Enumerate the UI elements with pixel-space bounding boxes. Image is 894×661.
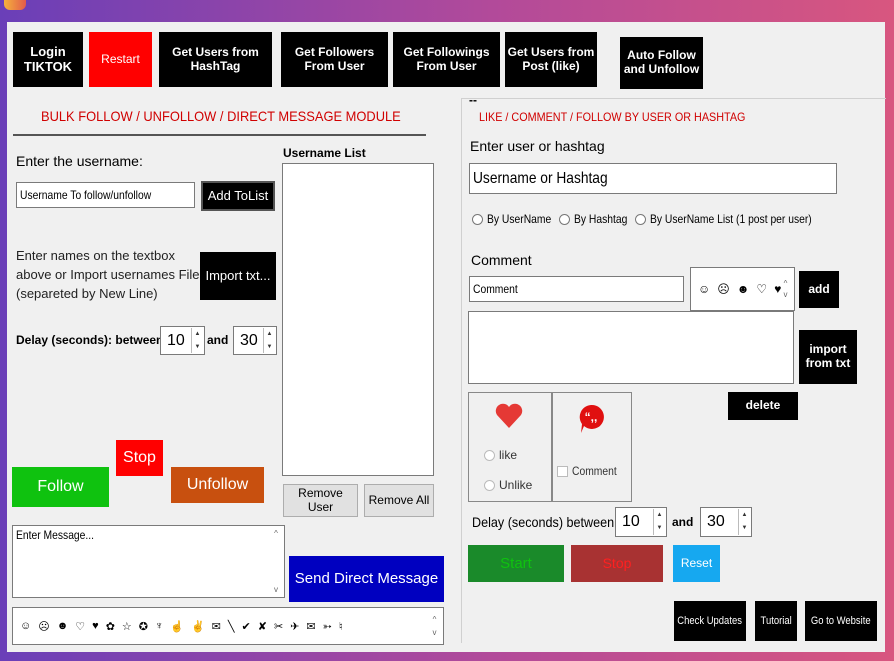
get-users-post-button[interactable]: Get Users from Post (like) <box>505 32 597 87</box>
delay-label: Delay (seconds): between <box>16 333 164 347</box>
delay-to-stepper[interactable]: 30 ▲ ▼ <box>233 326 277 355</box>
envelope-2-emoji-icon[interactable]: ✉ <box>306 620 316 633</box>
circled-star-emoji-icon[interactable]: ✪ <box>139 620 149 633</box>
frown-emoji-icon[interactable]: ☹ <box>38 620 50 633</box>
delay-and-label: and <box>207 333 229 347</box>
enter-user-hashtag-label: Enter user or hashtag <box>470 138 605 154</box>
get-followings-button[interactable]: Get Followings From User <box>393 32 500 87</box>
comment-bubble-icon: “,, <box>579 404 604 433</box>
svg-text:“,,: “,, <box>585 410 598 424</box>
bulk-title-underline <box>13 134 426 136</box>
arrow-emoji-icon[interactable]: ➳ <box>323 620 333 633</box>
smile-emoji-icon[interactable]: ☺ <box>20 620 32 632</box>
restart-button[interactable]: Restart <box>89 32 152 87</box>
down-arrow-icon[interactable]: ▼ <box>192 341 203 354</box>
import-help-text: Enter names on the textbox above or Impo… <box>16 248 200 301</box>
victory-hand-emoji-icon[interactable]: ✌ <box>191 620 206 633</box>
go-to-website-button[interactable]: Go to Website <box>805 601 877 641</box>
comment-list-box[interactable] <box>468 311 794 384</box>
radio-by-username[interactable]: By UserName <box>472 212 562 226</box>
username-list-label: Username List <box>283 146 366 160</box>
up-arrow-icon[interactable]: ▲ <box>264 328 275 341</box>
get-followers-button[interactable]: Get Followers From User <box>281 32 388 87</box>
like-radio[interactable]: like <box>484 448 517 462</box>
comment-label: Comment <box>471 252 532 268</box>
delete-comment-button[interactable]: delete <box>728 392 798 420</box>
star-emoji-icon[interactable]: ☆ <box>122 620 133 633</box>
cross-mark-emoji-icon[interactable]: ✘ <box>258 620 268 633</box>
pointing-up-emoji-icon[interactable]: ☝ <box>170 620 185 633</box>
title-bar <box>0 0 894 18</box>
reset-button[interactable]: Reset <box>673 545 720 582</box>
up-arrow-icon[interactable]: ▲ <box>739 509 750 522</box>
app-icon <box>4 0 26 10</box>
login-tiktok-button[interactable]: Login TIKTOK <box>13 32 83 87</box>
follow-button[interactable]: Follow <box>12 467 109 507</box>
stop-button[interactable]: Stop <box>116 440 163 476</box>
start-button[interactable]: Start <box>468 545 564 582</box>
heart-icon <box>495 403 523 428</box>
like-module-dash: -- <box>469 93 477 107</box>
radio-by-username-list[interactable]: By UserName List (1 post per user) <box>635 212 838 226</box>
remove-all-button[interactable]: Remove All <box>364 484 434 517</box>
down-arrow-icon[interactable]: ▼ <box>264 341 275 354</box>
tutorial-button[interactable]: Tutorial <box>755 601 797 641</box>
scissors-emoji-icon[interactable]: ✂ <box>274 620 284 633</box>
up-arrow-icon[interactable]: ▲ <box>192 328 203 341</box>
bulk-module-title: BULK FOLLOW / UNFOLLOW / DIRECT MESSAGE … <box>41 108 401 124</box>
like-delay-label: Delay (seconds) between: <box>472 514 618 530</box>
emoji-scrollbar[interactable]: ^ v <box>428 609 442 643</box>
down-arrow-icon[interactable]: ▼ <box>654 522 665 535</box>
remove-user-button[interactable]: Remove User <box>283 484 358 517</box>
like-module-title: LIKE / COMMENT / FOLLOW BY USER OR HASHT… <box>479 110 746 124</box>
get-users-hashtag-button[interactable]: Get Users from HashTag <box>159 32 272 87</box>
black-heart-emoji-icon[interactable]: ♥ <box>92 620 100 632</box>
radio-by-hashtag[interactable]: By Hashtag <box>559 212 636 226</box>
up-arrow-icon[interactable]: ▲ <box>654 509 665 522</box>
check-updates-button[interactable]: Check Updates <box>674 601 746 641</box>
flower-emoji-icon[interactable]: ✿ <box>106 620 116 633</box>
frown-emoji-icon[interactable]: ☹ <box>717 282 731 296</box>
white-heart-emoji-icon[interactable]: ♡ <box>75 620 86 633</box>
user-hashtag-input[interactable]: Username or Hashtag <box>469 163 837 194</box>
message-textarea[interactable]: Enter Message... ^ v <box>12 525 285 598</box>
message-emoji-picker[interactable]: ☺ ☹ ☻ ♡ ♥ ✿ ☆ ✪ ♆ ☝ ✌ ✉ ╲ ✔ ✘ ✂ ✈ ✉ ➳ ♮ … <box>12 607 444 645</box>
username-listbox[interactable] <box>282 163 434 476</box>
import-txt-button[interactable]: Import txt... <box>200 252 276 300</box>
import-from-txt-button[interactable]: import from txt <box>799 330 857 384</box>
like-delay-to-stepper[interactable]: 30 ▲ ▼ <box>700 507 752 537</box>
unlike-radio[interactable]: Unlike <box>484 478 532 492</box>
airplane-emoji-icon[interactable]: ✈ <box>290 620 300 633</box>
white-heart-emoji-icon[interactable]: ♡ <box>756 282 768 296</box>
like-delay-from-stepper[interactable]: 10 ▲ ▼ <box>615 507 667 537</box>
black-smile-emoji-icon[interactable]: ☻ <box>57 620 70 632</box>
add-to-list-button[interactable]: Add ToList <box>201 181 275 211</box>
natural-sign-emoji-icon[interactable]: ♮ <box>339 620 344 633</box>
username-input[interactable]: Username To follow/unfollow <box>16 182 195 208</box>
search-mode-radios: By UserName By Hashtag By UserName List … <box>472 212 838 226</box>
black-smile-emoji-icon[interactable]: ☻ <box>737 282 751 296</box>
like-delay-and-label: and <box>672 515 694 529</box>
comment-checkbox[interactable]: Comment <box>557 464 624 478</box>
diagonal-line-emoji-icon[interactable]: ╲ <box>228 620 236 633</box>
check-mark-emoji-icon[interactable]: ✔ <box>242 620 252 633</box>
trident-emoji-icon[interactable]: ♆ <box>155 620 164 632</box>
down-arrow-icon[interactable]: ▼ <box>739 522 750 535</box>
envelope-emoji-icon[interactable]: ✉ <box>212 620 222 633</box>
smile-emoji-icon[interactable]: ☺ <box>698 282 711 296</box>
comment-input[interactable]: Comment <box>469 276 684 302</box>
unfollow-button[interactable]: Unfollow <box>171 467 264 503</box>
delay-from-stepper[interactable]: 10 ▲ ▼ <box>160 326 205 355</box>
message-scrollbar[interactable]: ^ v <box>269 527 283 596</box>
send-direct-message-button[interactable]: Send Direct Message <box>289 556 444 602</box>
comment-emoji-scrollbar[interactable]: ^ v <box>779 269 793 309</box>
add-comment-button[interactable]: add <box>799 271 839 308</box>
comment-emoji-picker[interactable]: ☺ ☹ ☻ ♡ ♥ ^ v <box>690 267 795 311</box>
auto-follow-button[interactable]: Auto Follow and Unfollow <box>620 37 703 89</box>
like-stop-button[interactable]: Stop <box>571 545 663 582</box>
enter-username-label: Enter the username: <box>16 153 143 169</box>
